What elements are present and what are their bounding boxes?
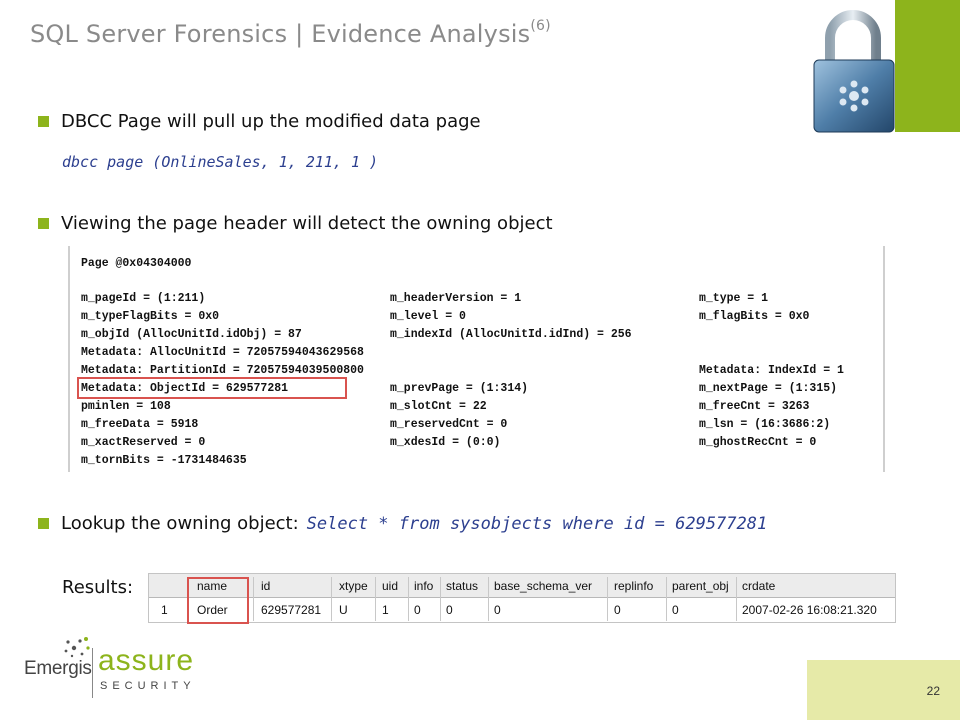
- dump-line: m_tornBits = -1731484635: [81, 454, 247, 467]
- column-header[interactable]: xtype: [339, 579, 368, 593]
- table-cell[interactable]: 629577281: [261, 603, 321, 617]
- dump-line: Metadata: AllocUnitId = 7205759404362956…: [81, 346, 364, 359]
- bullet-marker: [38, 518, 49, 529]
- name-cell-highlight: [187, 577, 249, 624]
- dump-line: Metadata: PartitionId = 7205759403950080…: [81, 364, 364, 377]
- dump-line: m_slotCnt = 22: [390, 400, 487, 413]
- table-cell[interactable]: 0: [614, 603, 621, 617]
- grid-divider: [408, 577, 409, 621]
- table-cell[interactable]: 0: [494, 603, 501, 617]
- dump-line: m_prevPage = (1:314): [390, 382, 529, 395]
- dump-line: m_level = 0: [390, 310, 466, 323]
- dump-line: m_xdesId = (0:0): [390, 436, 501, 449]
- bullet-text: Lookup the owning object:: [61, 513, 299, 534]
- table-cell[interactable]: U: [339, 603, 348, 617]
- page-title-text: SQL Server Forensics | Evidence Analysis: [30, 20, 531, 48]
- column-header[interactable]: status: [446, 579, 478, 593]
- object-id-highlight: [77, 377, 347, 399]
- column-header[interactable]: crdate: [742, 579, 775, 593]
- logo-divider: [92, 648, 93, 698]
- grid-divider: [736, 577, 737, 621]
- grid-divider: [488, 577, 489, 621]
- dump-line: m_indexId (AllocUnitId.idInd) = 256: [390, 328, 632, 341]
- dump-line: m_nextPage = (1:315): [699, 382, 838, 395]
- dump-line: m_headerVersion = 1: [390, 292, 522, 305]
- dump-line: m_xactReserved = 0: [81, 436, 206, 449]
- dump-line: pminlen = 108: [81, 400, 171, 413]
- page-header-dump: Page @0x04304000 m_pageId = (1:211) m_ty…: [68, 246, 885, 472]
- bullet-marker: [38, 116, 49, 127]
- bullet-marker: [38, 218, 49, 229]
- padlock-icon: [813, 10, 895, 133]
- column-header[interactable]: base_schema_ver: [494, 579, 592, 593]
- logo-security: SECURITY: [100, 680, 196, 692]
- logo-assure: assure: [98, 644, 195, 677]
- dump-line: m_flagBits = 0x0: [699, 310, 810, 323]
- column-header[interactable]: parent_obj: [672, 579, 729, 593]
- grid-divider: [666, 577, 667, 621]
- table-cell[interactable]: 0: [672, 603, 679, 617]
- results-grid: name id xtype uid info status base_schem…: [148, 573, 896, 624]
- bullet-text: Viewing the page header will detect the …: [61, 213, 553, 234]
- dump-line: m_type = 1: [699, 292, 769, 305]
- dump-line: m_freeCnt = 3263: [699, 400, 810, 413]
- header-accent-bar: [895, 0, 960, 132]
- table-cell[interactable]: 1: [382, 603, 389, 617]
- page-title-footnote: (6): [530, 18, 551, 34]
- page-title: SQL Server Forensics | Evidence Analysis…: [30, 18, 551, 48]
- column-header[interactable]: replinfo: [614, 579, 653, 593]
- dump-line: m_lsn = (16:3686:2): [699, 418, 831, 431]
- page-number: 22: [926, 684, 940, 698]
- dump-line: m_freeData = 5918: [81, 418, 199, 431]
- column-header[interactable]: id: [261, 579, 270, 593]
- grid-divider: [440, 577, 441, 621]
- dump-line: m_typeFlagBits = 0x0: [81, 310, 220, 323]
- bullet-text: DBCC Page will pull up the modified data…: [61, 111, 481, 132]
- dump-line: m_ghostRecCnt = 0: [699, 436, 817, 449]
- dump-page-address: Page @0x04304000: [81, 257, 192, 270]
- footer-accent-box: 22: [807, 660, 960, 720]
- dump-line: Metadata: IndexId = 1: [699, 364, 844, 377]
- dbcc-command: dbcc page (OnlineSales, 1, 211, 1 ): [62, 153, 379, 171]
- dump-line: m_objId (AllocUnitId.idObj) = 87: [81, 328, 302, 341]
- bullet-dbcc-page: DBCC Page will pull up the modified data…: [38, 111, 481, 132]
- sysobjects-query: Select * from sysobjects where id = 6295…: [306, 513, 768, 534]
- table-cell[interactable]: 2007-02-26 16:08:21.320: [742, 603, 877, 617]
- bullet-lookup-object: Lookup the owning object: Select * from …: [38, 513, 767, 534]
- dump-line: m_reservedCnt = 0: [390, 418, 508, 431]
- logo-emergis: Emergis: [24, 658, 92, 679]
- column-header[interactable]: info: [414, 579, 433, 593]
- grid-divider: [331, 577, 332, 621]
- table-cell[interactable]: 0: [446, 603, 453, 617]
- results-label: Results:: [62, 577, 134, 598]
- emergis-assure-logo: Emergis assure SECURITY: [24, 636, 214, 700]
- column-header[interactable]: uid: [382, 579, 398, 593]
- row-number[interactable]: 1: [161, 603, 168, 617]
- table-cell[interactable]: 0: [414, 603, 421, 617]
- grid-divider: [607, 577, 608, 621]
- dump-line: m_pageId = (1:211): [81, 292, 206, 305]
- bullet-page-header: Viewing the page header will detect the …: [38, 213, 553, 234]
- grid-divider: [375, 577, 376, 621]
- grid-divider: [253, 577, 254, 621]
